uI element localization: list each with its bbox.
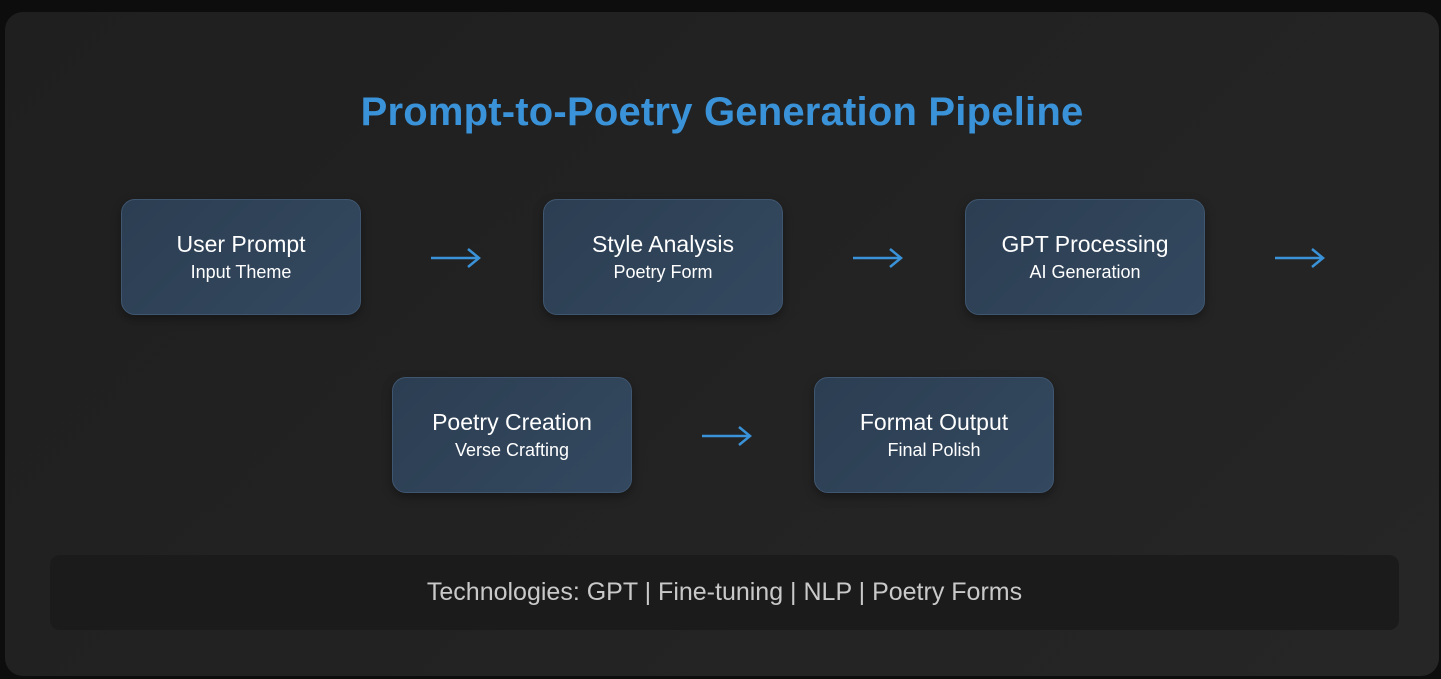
step-format-output: Format Output Final Polish — [814, 377, 1054, 493]
step-user-prompt: User Prompt Input Theme — [121, 199, 361, 315]
right-arrow-icon — [1274, 247, 1326, 269]
right-arrow-icon — [701, 425, 753, 447]
step-title: Format Output — [859, 409, 1009, 435]
step-style-analysis: Style Analysis Poetry Form — [543, 199, 783, 315]
right-arrow-icon — [430, 247, 482, 269]
step-subtitle: AI Generation — [1029, 262, 1141, 282]
right-arrow-icon — [852, 247, 904, 269]
step-gpt-processing: GPT Processing AI Generation — [965, 199, 1205, 315]
step-subtitle: Final Polish — [887, 440, 981, 460]
pipeline-panel: Prompt-to-Poetry Generation Pipeline Use… — [5, 12, 1439, 676]
step-title: GPT Processing — [1001, 231, 1169, 257]
technologies-bar: Technologies: GPT | Fine-tuning | NLP | … — [50, 555, 1399, 630]
step-title: User Prompt — [176, 231, 306, 257]
step-subtitle: Poetry Form — [613, 262, 713, 282]
step-subtitle: Input Theme — [190, 262, 292, 282]
step-title: Style Analysis — [592, 231, 734, 257]
step-poetry-creation: Poetry Creation Verse Crafting — [392, 377, 632, 493]
page-title: Prompt-to-Poetry Generation Pipeline — [360, 90, 1084, 134]
step-subtitle: Verse Crafting — [454, 440, 570, 460]
step-title: Poetry Creation — [432, 409, 592, 435]
